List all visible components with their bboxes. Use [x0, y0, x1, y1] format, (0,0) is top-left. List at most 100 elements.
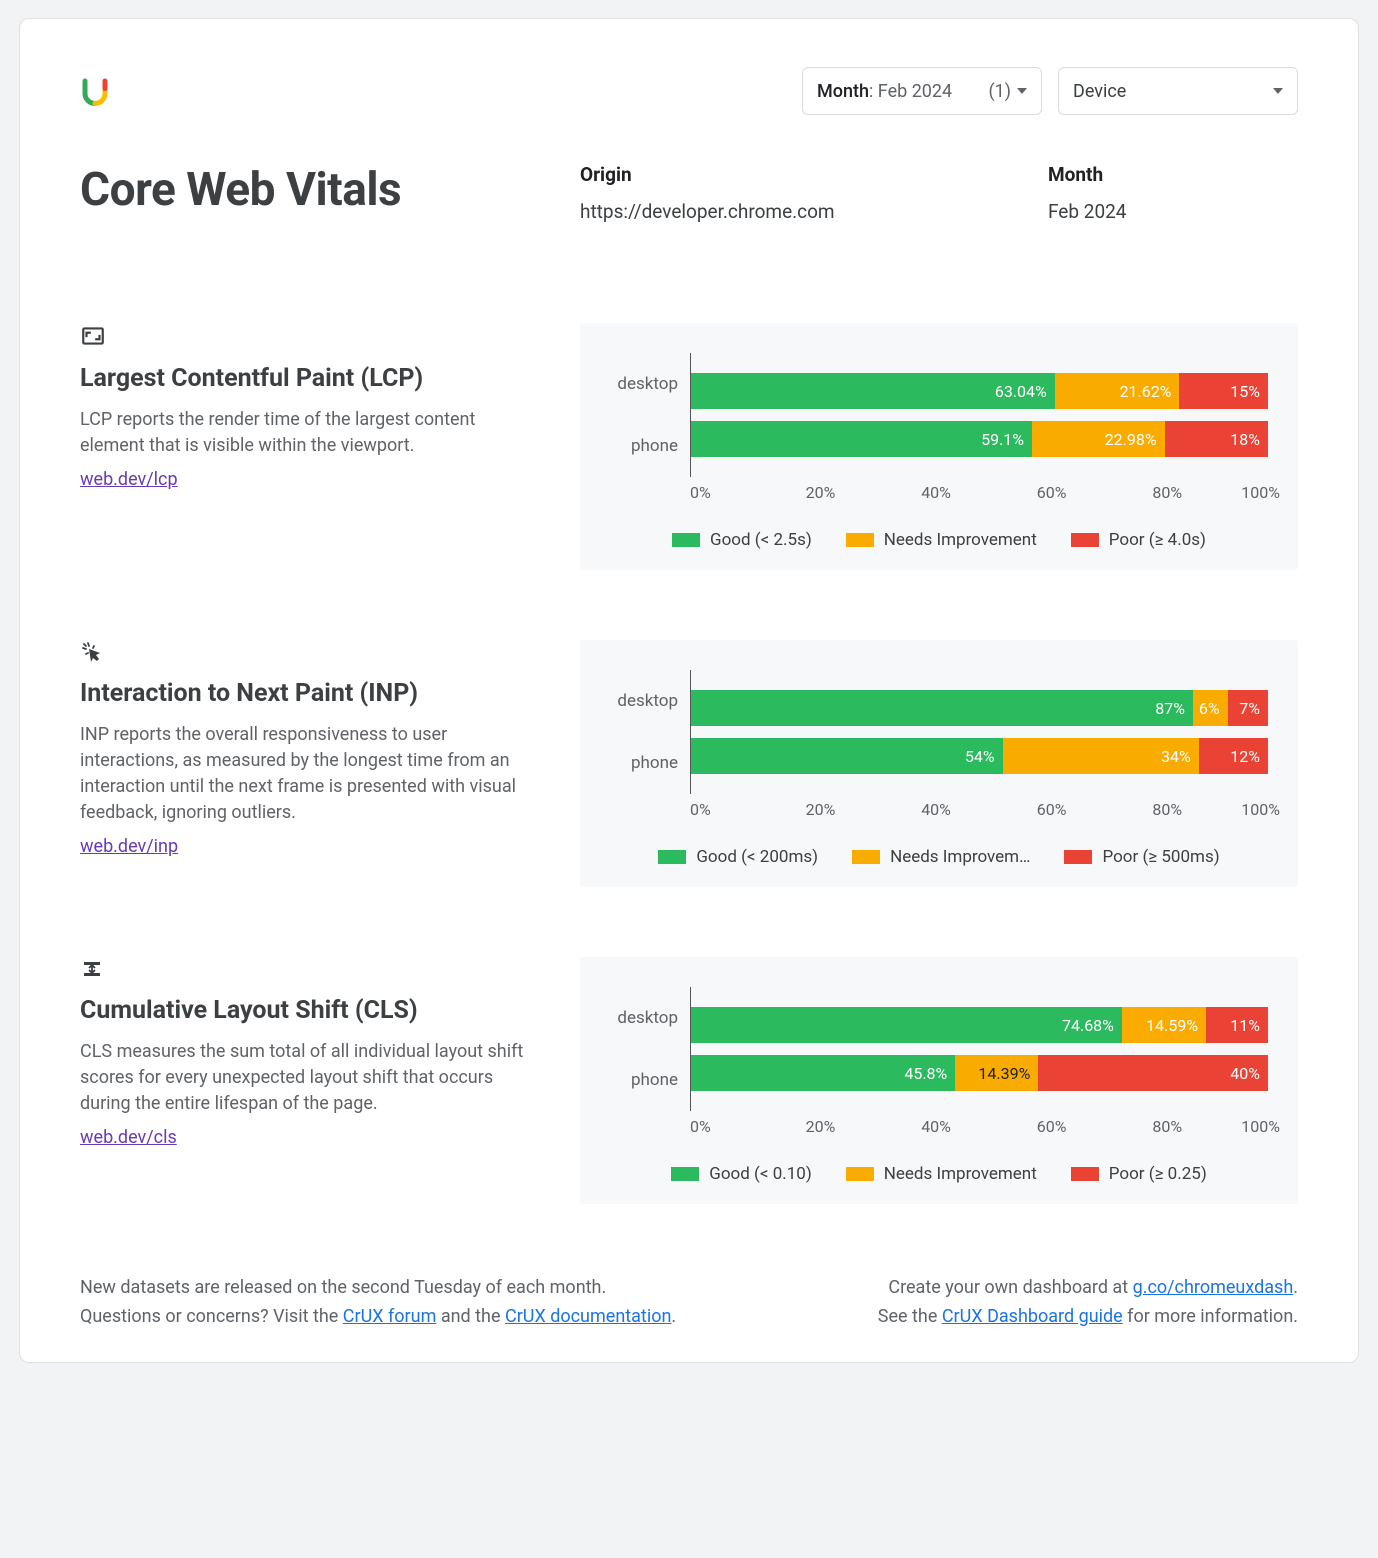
y-axis-labels: desktop phone — [610, 670, 690, 794]
page-title: Core Web Vitals — [80, 163, 560, 223]
bar-segment-poor: 40% — [1038, 1055, 1268, 1091]
category-label: desktop — [610, 683, 678, 719]
filter-controls: Month: Feb 2024 (1) Device — [802, 67, 1298, 115]
footer: New datasets are released on the second … — [80, 1274, 1298, 1332]
x-tick: 20% — [806, 1117, 922, 1136]
footer-text: New datasets are released on the second … — [80, 1277, 606, 1298]
category-label: phone — [610, 1062, 678, 1098]
swatch-good-icon — [672, 533, 700, 547]
x-tick: 60% — [1037, 483, 1153, 502]
category-label: phone — [610, 428, 678, 464]
metric-desc: LCP reports the render time of the large… — [80, 407, 540, 459]
bar-segment-good: 87% — [691, 690, 1193, 726]
crux-forum-link[interactable]: CrUX forum — [343, 1306, 437, 1327]
legend-poor: Poor (≥ 0.25) — [1071, 1164, 1207, 1184]
swatch-ni-icon — [846, 1167, 874, 1181]
bar-segment-ni: 21.62% — [1055, 373, 1180, 409]
bar-row: 54% 34% 12% — [691, 738, 1268, 774]
bar-segment-poor: 18% — [1165, 421, 1268, 457]
footer-right: Create your own dashboard at g.co/chrome… — [878, 1274, 1298, 1332]
chromeuxdash-link[interactable]: g.co/chromeuxdash — [1133, 1277, 1294, 1298]
cursor-click-icon — [80, 640, 540, 669]
bar-segment-good: 59.1% — [691, 421, 1032, 457]
footer-text: . — [1293, 1277, 1298, 1298]
metric-lcp: Largest Contentful Paint (LCP) LCP repor… — [80, 323, 1298, 570]
legend-ni: Needs Improvement — [846, 530, 1037, 550]
y-axis-labels: desktop phone — [610, 987, 690, 1111]
x-tick: 60% — [1037, 1117, 1153, 1136]
bar-segment-good: 74.68% — [691, 1007, 1122, 1043]
legend: Good (< 0.10) Needs Improvement Poor (≥ … — [610, 1164, 1268, 1184]
x-tick: 0% — [690, 1117, 806, 1136]
x-axis: 0% 20% 40% 60% 80% 100% — [690, 483, 1268, 502]
swatch-good-icon — [671, 1167, 699, 1181]
origin-label: Origin — [580, 163, 1028, 186]
bar-segment-good: 45.8% — [691, 1055, 955, 1091]
month-value: Feb 2024 — [1048, 200, 1298, 223]
chart-plot: 63.04% 21.62% 15% 59.1% 22.98% 18% — [690, 353, 1268, 477]
x-tick: 60% — [1037, 800, 1153, 819]
footer-text: See the — [878, 1306, 942, 1327]
month-filter-value: : Feb 2024 — [869, 81, 952, 102]
swatch-good-icon — [658, 850, 686, 864]
bar-segment-ni: 6% — [1193, 690, 1228, 726]
legend-good: Good (< 0.10) — [671, 1164, 812, 1184]
month-label: Month — [1048, 163, 1298, 186]
metric-link[interactable]: web.dev/inp — [80, 836, 178, 857]
bar-row: 59.1% 22.98% 18% — [691, 421, 1268, 457]
swatch-poor-icon — [1064, 850, 1092, 864]
x-tick: 20% — [806, 483, 922, 502]
swatch-ni-icon — [852, 850, 880, 864]
inp-chart: desktop phone 87% 6% 7% 54% 34% 12% — [580, 640, 1298, 887]
swatch-ni-icon — [846, 533, 874, 547]
metric-cls: Cumulative Layout Shift (CLS) CLS measur… — [80, 957, 1298, 1204]
x-tick: 100% — [1241, 800, 1280, 819]
chevron-down-icon — [1273, 88, 1283, 94]
chart-plot: 87% 6% 7% 54% 34% 12% — [690, 670, 1268, 794]
y-axis-labels: desktop phone — [610, 353, 690, 477]
month-meta: Month Feb 2024 — [1048, 163, 1298, 223]
x-tick: 40% — [921, 483, 1037, 502]
bar-segment-ni: 22.98% — [1032, 421, 1165, 457]
month-filter-dropdown[interactable]: Month: Feb 2024 (1) — [802, 67, 1042, 115]
chart-plot: 74.68% 14.59% 11% 45.8% 14.39% 40% — [690, 987, 1268, 1111]
bar-segment-poor: 12% — [1199, 738, 1268, 774]
x-tick: 100% — [1241, 1117, 1280, 1136]
month-filter-label: Month — [817, 81, 869, 102]
x-tick: 100% — [1241, 483, 1280, 502]
device-filter-dropdown[interactable]: Device — [1058, 67, 1298, 115]
metric-cls-info: Cumulative Layout Shift (CLS) CLS measur… — [80, 957, 540, 1148]
metric-desc: INP reports the overall responsiveness t… — [80, 722, 540, 826]
metric-title: Largest Contentful Paint (LCP) — [80, 364, 540, 393]
metric-link[interactable]: web.dev/cls — [80, 1127, 177, 1148]
month-filter-count: (1) — [988, 81, 1011, 102]
report-card: Month: Feb 2024 (1) Device Core Web Vita… — [19, 18, 1359, 1363]
legend-good: Good (< 200ms) — [658, 847, 818, 867]
legend-ni: Needs Improvement — [846, 1164, 1037, 1184]
crux-docs-link[interactable]: CrUX documentation — [505, 1306, 671, 1327]
metric-title: Interaction to Next Paint (INP) — [80, 679, 540, 708]
bar-row: 87% 6% 7% — [691, 690, 1268, 726]
legend: Good (< 2.5s) Needs Improvement Poor (≥ … — [610, 530, 1268, 550]
footer-left: New datasets are released on the second … — [80, 1274, 676, 1332]
topbar: Month: Feb 2024 (1) Device — [80, 67, 1298, 115]
category-label: desktop — [610, 366, 678, 402]
crux-guide-link[interactable]: CrUX Dashboard guide — [942, 1306, 1123, 1327]
bar-segment-ni: 14.59% — [1122, 1007, 1206, 1043]
footer-text: Questions or concerns? Visit the — [80, 1306, 343, 1327]
metric-inp: Interaction to Next Paint (INP) INP repo… — [80, 640, 1298, 887]
metric-inp-info: Interaction to Next Paint (INP) INP repo… — [80, 640, 540, 857]
device-filter-label: Device — [1073, 81, 1126, 102]
metric-title: Cumulative Layout Shift (CLS) — [80, 996, 540, 1025]
crux-logo-icon — [80, 76, 110, 106]
category-label: desktop — [610, 1000, 678, 1036]
bar-segment-ni: 34% — [1003, 738, 1199, 774]
header: Core Web Vitals Origin https://developer… — [80, 163, 1298, 223]
bar-segment-poor: 11% — [1206, 1007, 1268, 1043]
bar-segment-poor: 7% — [1228, 690, 1268, 726]
bar-segment-poor: 15% — [1179, 373, 1268, 409]
bar-row: 74.68% 14.59% 11% — [691, 1007, 1268, 1043]
bar-row: 63.04% 21.62% 15% — [691, 373, 1268, 409]
metric-link[interactable]: web.dev/lcp — [80, 469, 178, 490]
footer-text: . — [671, 1306, 676, 1327]
